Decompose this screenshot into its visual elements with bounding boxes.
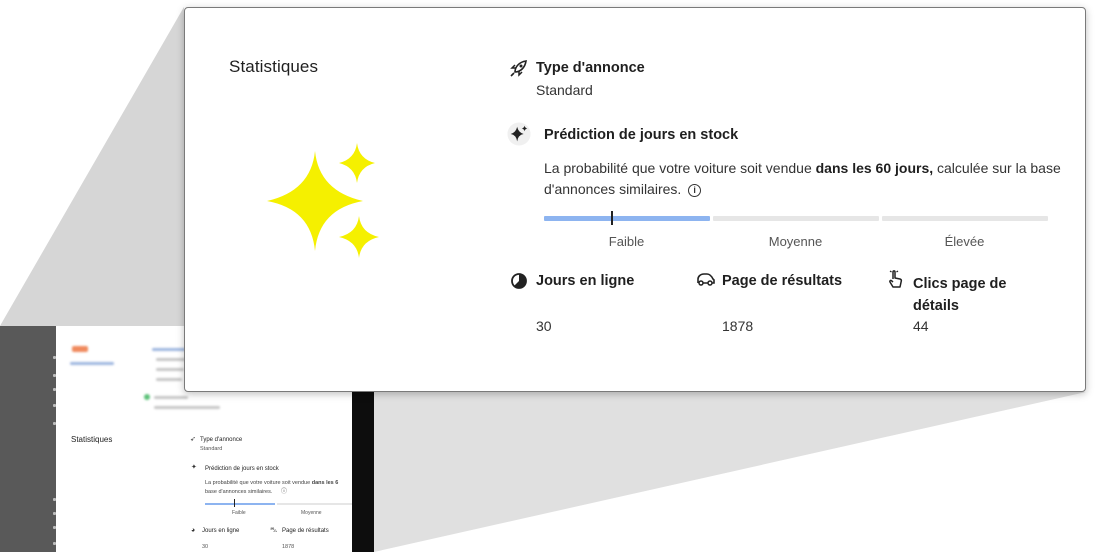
stat-results-page-value: 1878 xyxy=(722,318,754,334)
stat-results-page-label: Page de résultats xyxy=(722,273,843,289)
mini-info-icon: ⓘ xyxy=(281,489,288,495)
mini-desc-line2: base d'annonces similaires. xyxy=(205,489,273,495)
mini-prediction-title: Prédiction de jours en stock xyxy=(205,466,279,472)
level-bar-low xyxy=(544,216,710,221)
mini-section-title: Statistiques xyxy=(71,435,113,444)
sparkle-icon xyxy=(507,122,531,146)
mini-stat2-label: Page de résultats xyxy=(282,528,329,534)
prediction-title: Prédiction de jours en stock xyxy=(544,127,739,143)
prediction-description: La probabilité que votre voiture soit ve… xyxy=(544,160,1061,197)
stat-detail-clicks-value: 44 xyxy=(913,318,929,334)
mini-ad-type-label: Type d'annonce xyxy=(200,437,243,443)
level-label-low: Faible xyxy=(608,234,645,249)
sparkles-icon xyxy=(267,143,379,258)
stat-days-online-label: Jours en ligne xyxy=(536,273,635,289)
mini-level-low: Faible xyxy=(232,510,246,516)
info-icon[interactable]: i xyxy=(688,184,702,197)
car-icon xyxy=(697,273,715,286)
statistics-card: Statistiques Type d'annonce Standard Pré… xyxy=(184,7,1086,392)
mini-sidebar xyxy=(0,326,56,552)
level-indicator xyxy=(611,211,613,225)
mini-needle xyxy=(234,499,235,507)
mini-ad-type-value: Standard xyxy=(200,446,223,452)
mini-level-mid: Moyenne xyxy=(301,510,322,516)
ad-type-value: Standard xyxy=(536,82,593,98)
rocket-icon xyxy=(510,60,527,77)
mini-bar-low xyxy=(205,503,275,505)
mini-desc-line1: La probabilité que votre voiture soit ve… xyxy=(205,480,339,486)
stat-days-online-value: 30 xyxy=(536,318,552,334)
pie-chart-icon xyxy=(511,273,527,289)
pointer-hand-icon xyxy=(889,270,903,288)
ad-type-label: Type d'annonce xyxy=(536,60,645,76)
mini-stat1-label: Jours en ligne xyxy=(202,528,240,534)
level-bar-high xyxy=(882,216,1048,221)
level-label-high: Élevée xyxy=(944,234,985,249)
mini-rocket-icon: ➶ xyxy=(190,436,196,443)
mini-pie-icon: ◕ xyxy=(191,527,196,534)
mini-stat2-value: 1878 xyxy=(282,544,295,550)
section-title: Statistiques xyxy=(229,57,319,76)
mini-stat1-value: 30 xyxy=(202,544,209,550)
stat-detail-clicks-label: Clics page de détails xyxy=(913,276,1007,314)
level-label-medium: Moyenne xyxy=(768,234,823,249)
mini-car-icon: ⛍ xyxy=(270,527,278,534)
mini-bar-mid xyxy=(277,503,352,505)
prediction-highlight: dans les 60 jours, xyxy=(815,160,934,176)
mini-sparkle-icon: ✦ xyxy=(191,464,197,471)
level-bar-medium xyxy=(713,216,879,221)
